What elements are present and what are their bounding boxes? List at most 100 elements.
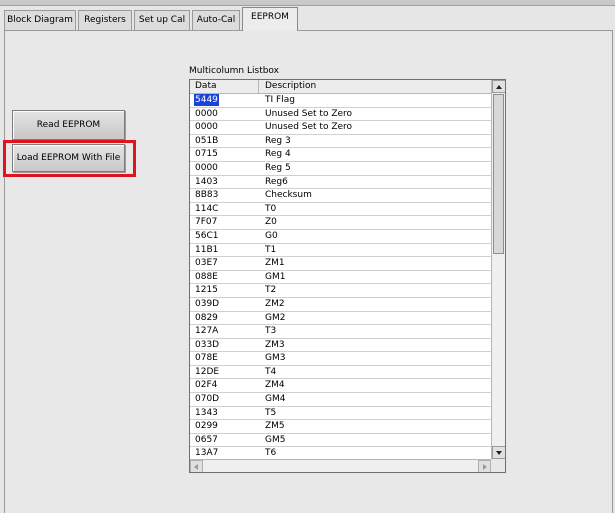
tab-block-diagram[interactable]: Block Diagram bbox=[4, 10, 76, 30]
read-eeprom-button[interactable]: Read EEPROM bbox=[12, 110, 125, 140]
table-row[interactable]: 7F07 Z0 bbox=[190, 216, 491, 230]
data-cell: 56C1 bbox=[195, 230, 219, 241]
tab-eeprom[interactable]: EEPROM bbox=[242, 7, 298, 31]
description-cell: G0 bbox=[265, 230, 278, 241]
data-cell: 1215 bbox=[195, 285, 218, 296]
column-header-description[interactable]: Description bbox=[260, 80, 491, 93]
window-top-edge bbox=[0, 0, 615, 6]
table-row[interactable]: 039D ZM2 bbox=[190, 298, 491, 312]
arrow-up-icon bbox=[496, 85, 502, 89]
data-cell: 070D bbox=[195, 394, 220, 405]
table-row[interactable]: 0657 GM5 bbox=[190, 434, 491, 448]
vertical-scrollbar[interactable] bbox=[491, 80, 505, 459]
description-cell: Unused Set to Zero bbox=[265, 108, 353, 119]
description-cell: T4 bbox=[265, 366, 277, 377]
table-row[interactable]: 13A7 T6 bbox=[190, 447, 491, 458]
data-cell: 7F07 bbox=[195, 217, 218, 228]
description-cell: Reg 3 bbox=[265, 135, 291, 146]
arrow-down-icon bbox=[496, 451, 502, 455]
data-cell: 0299 bbox=[195, 421, 218, 432]
description-cell: T5 bbox=[265, 407, 277, 418]
table-row[interactable]: 0000 Unused Set to Zero bbox=[190, 108, 491, 122]
column-header-data[interactable]: Data bbox=[190, 80, 259, 93]
data-cell: 033D bbox=[195, 339, 220, 350]
listbox-rows: 5449 TI Flag 0000 Unused Set to Zero 0000 Unu… bbox=[190, 94, 491, 458]
scroll-up-button[interactable] bbox=[492, 80, 505, 93]
tab-auto-cal[interactable]: Auto-Cal bbox=[192, 10, 240, 30]
data-cell: 1403 bbox=[195, 176, 218, 187]
data-cell: 0000 bbox=[195, 122, 218, 133]
description-cell: ZM3 bbox=[265, 339, 285, 350]
data-cell: 0000 bbox=[195, 162, 218, 173]
data-cell: 0000 bbox=[195, 108, 218, 119]
table-row[interactable]: 070D GM4 bbox=[190, 393, 491, 407]
data-cell: 114C bbox=[195, 203, 219, 214]
table-row[interactable]: 1215 T2 bbox=[190, 284, 491, 298]
table-row[interactable]: 1343 T5 bbox=[190, 407, 491, 421]
table-row[interactable]: 12DE T4 bbox=[190, 366, 491, 380]
description-cell: T2 bbox=[265, 285, 277, 296]
data-cell: 0657 bbox=[195, 434, 218, 445]
description-cell: T1 bbox=[265, 244, 277, 255]
tab-set-up-cal[interactable]: Set up Cal bbox=[134, 10, 190, 30]
horizontal-scrollbar[interactable] bbox=[190, 459, 491, 472]
table-row[interactable]: 033D ZM3 bbox=[190, 339, 491, 353]
table-row[interactable]: 0829 GM2 bbox=[190, 312, 491, 326]
table-row[interactable]: 0715 Reg 4 bbox=[190, 148, 491, 162]
table-row[interactable]: 0000 Reg 5 bbox=[190, 162, 491, 176]
scroll-left-button[interactable] bbox=[190, 460, 203, 472]
scrollbar-corner bbox=[491, 459, 505, 472]
description-cell: GM1 bbox=[265, 271, 286, 282]
description-cell: GM2 bbox=[265, 312, 286, 323]
data-cell: 039D bbox=[195, 298, 220, 309]
data-cell: 0715 bbox=[195, 149, 218, 160]
description-cell: T3 bbox=[265, 326, 277, 337]
table-row[interactable]: 114C T0 bbox=[190, 203, 491, 217]
description-cell: Reg6 bbox=[265, 176, 288, 187]
multicolumn-listbox[interactable]: Data Description 5449 TI Flag 0000 Unused S… bbox=[189, 79, 506, 473]
arrow-left-icon bbox=[194, 464, 198, 470]
data-cell: 0829 bbox=[195, 312, 218, 323]
data-cell: 1343 bbox=[195, 407, 218, 418]
tab-registers[interactable]: Registers bbox=[78, 10, 132, 30]
description-cell: GM3 bbox=[265, 353, 286, 364]
scroll-down-button[interactable] bbox=[492, 446, 505, 459]
table-row[interactable]: 56C1 G0 bbox=[190, 230, 491, 244]
table-row[interactable]: 8B83 Checksum bbox=[190, 189, 491, 203]
scroll-thumb[interactable] bbox=[493, 94, 504, 254]
description-cell: GM4 bbox=[265, 394, 286, 405]
table-row[interactable]: 051B Reg 3 bbox=[190, 135, 491, 149]
data-cell: 11B1 bbox=[195, 244, 219, 255]
description-cell: ZM4 bbox=[265, 380, 285, 391]
data-cell: 078E bbox=[195, 353, 218, 364]
data-cell: 12DE bbox=[195, 366, 220, 377]
description-cell: T0 bbox=[265, 203, 277, 214]
table-row[interactable]: 5449 TI Flag bbox=[190, 94, 491, 108]
description-cell: T6 bbox=[265, 448, 277, 458]
table-row[interactable]: 0299 ZM5 bbox=[190, 420, 491, 434]
table-row[interactable]: 0000 Unused Set to Zero bbox=[190, 121, 491, 135]
table-row[interactable]: 078E GM3 bbox=[190, 352, 491, 366]
description-cell: ZM5 bbox=[265, 421, 285, 432]
table-row[interactable]: 088E GM1 bbox=[190, 271, 491, 285]
table-row[interactable]: 02F4 ZM4 bbox=[190, 379, 491, 394]
table-row[interactable]: 127A T3 bbox=[190, 325, 491, 339]
description-cell: Reg 4 bbox=[265, 149, 291, 160]
data-cell: 03E7 bbox=[195, 258, 218, 269]
data-cell: 088E bbox=[195, 271, 218, 282]
scroll-right-button[interactable] bbox=[478, 460, 491, 472]
table-row[interactable]: 03E7 ZM1 bbox=[190, 257, 491, 271]
description-cell: Unused Set to Zero bbox=[265, 122, 353, 133]
data-cell: 8B83 bbox=[195, 190, 219, 201]
description-cell: Z0 bbox=[265, 217, 277, 228]
description-cell: TI Flag bbox=[265, 95, 295, 105]
highlight-box bbox=[3, 140, 136, 177]
listbox-header: Data Description bbox=[190, 80, 491, 94]
listbox-caption: Multicolumn Listbox bbox=[189, 66, 279, 76]
description-cell: GM5 bbox=[265, 434, 286, 445]
table-row[interactable]: 11B1 T1 bbox=[190, 244, 491, 258]
description-cell: Checksum bbox=[265, 190, 312, 201]
description-cell: Reg 5 bbox=[265, 162, 291, 173]
data-cell: 02F4 bbox=[195, 380, 218, 391]
table-row[interactable]: 1403 Reg6 bbox=[190, 176, 491, 190]
